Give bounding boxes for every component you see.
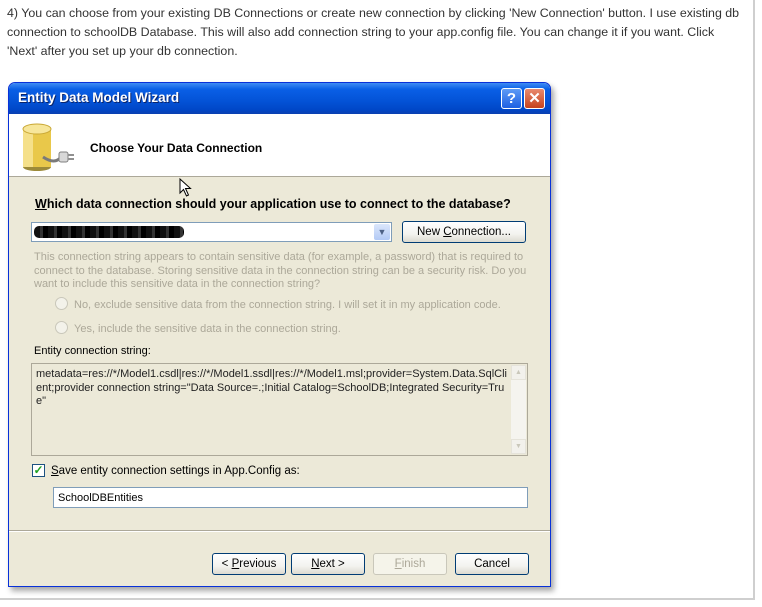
connection-dropdown[interactable]: ▼ <box>31 222 392 242</box>
next-label-post: ext > <box>319 558 345 570</box>
cancel-button[interactable]: Cancel <box>455 553 529 575</box>
finish-label-post: inish <box>401 558 426 570</box>
help-button[interactable]: ? <box>501 88 522 109</box>
previous-label-post: revious <box>239 558 277 570</box>
database-connection-icon <box>22 123 74 171</box>
radio-exclude-label: No, exclude sensitive data from the conn… <box>74 299 501 311</box>
new-connection-label-pre: New <box>417 226 444 238</box>
footer-divider <box>9 530 550 532</box>
radio-circle-icon[interactable] <box>55 297 68 310</box>
save-settings-label: Save entity connection settings in App.C… <box>51 465 300 477</box>
page-heading: Choose Your Data Connection <box>90 141 263 155</box>
entity-connection-label: Entity connection string: <box>34 345 151 357</box>
save-settings-mnemonic: S <box>51 465 59 477</box>
radio-circle-icon[interactable] <box>55 321 68 334</box>
new-connection-button[interactable]: New Connection... <box>402 221 526 243</box>
vertical-scrollbar[interactable]: ▲ ▼ <box>511 365 526 454</box>
save-settings-checkbox[interactable]: ✓ <box>32 464 45 477</box>
question-mnemonic: W <box>35 197 47 211</box>
question-text: hich data connection should your applica… <box>46 197 511 211</box>
entity-data-model-wizard-dialog: Entity Data Model Wizard ? ✕ Choose Your… <box>8 82 551 587</box>
sensitive-data-warning: This connection string appears to contai… <box>34 251 527 290</box>
radio-include-sensitive[interactable]: Yes, include the sensitive data in the c… <box>55 321 341 335</box>
finish-mnemonic: F <box>394 558 402 570</box>
intro-paragraph: 4) You can choose from your existing DB … <box>7 6 740 58</box>
new-connection-label-post: onnection... <box>451 226 511 238</box>
finish-button[interactable]: Finish <box>373 553 447 575</box>
radio-include-label: Yes, include the sensitive data in the c… <box>74 323 341 335</box>
entities-name-input[interactable] <box>53 487 528 508</box>
next-button[interactable]: Next > <box>291 553 365 575</box>
dialog-title: Entity Data Model Wizard <box>18 90 180 105</box>
radio-exclude-sensitive[interactable]: No, exclude sensitive data from the conn… <box>55 297 501 311</box>
connection-value-redacted <box>34 226 184 238</box>
new-connection-mnemonic: C <box>443 226 452 238</box>
previous-label-pre: < <box>221 558 232 570</box>
entity-connection-value: metadata=res://*/Model1.csdl|res://*/Mod… <box>36 368 507 407</box>
scroll-down-icon[interactable]: ▼ <box>511 439 526 454</box>
close-button[interactable]: ✕ <box>524 88 545 109</box>
next-mnemonic: N <box>311 558 320 570</box>
title-bar[interactable]: Entity Data Model Wizard ? ✕ <box>9 83 550 114</box>
save-settings-text: ave entity connection settings in App.Co… <box>58 465 300 477</box>
entity-connection-textbox[interactable]: metadata=res://*/Model1.csdl|res://*/Mod… <box>31 363 528 456</box>
previous-button[interactable]: < Previous <box>212 553 286 575</box>
chevron-down-icon[interactable]: ▼ <box>374 224 390 240</box>
scroll-up-icon[interactable]: ▲ <box>511 365 526 380</box>
mouse-cursor-icon <box>179 178 192 197</box>
connection-question: Which data connection should your applic… <box>35 197 511 211</box>
wizard-header: Choose Your Data Connection <box>9 114 550 177</box>
